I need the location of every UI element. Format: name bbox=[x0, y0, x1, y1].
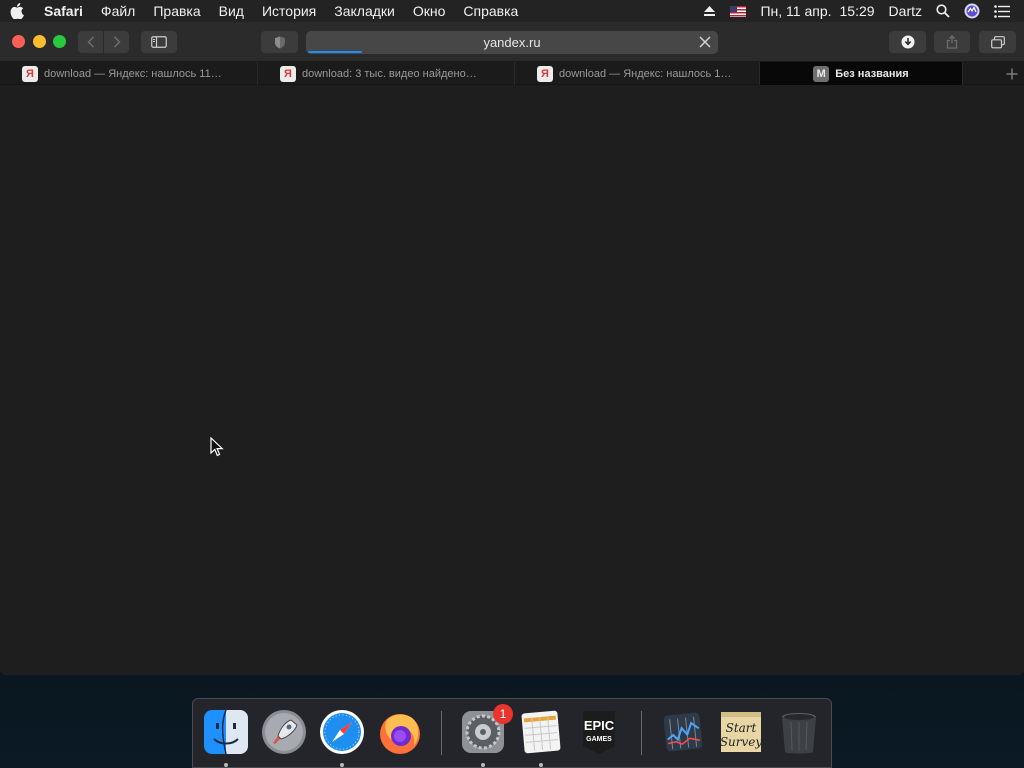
tab-title: download — Яндекс: нашлось 11… bbox=[44, 67, 222, 80]
numbers-running-indicator bbox=[539, 763, 543, 767]
tab-title: download — Яндекс: нашлось 1… bbox=[559, 67, 732, 80]
survey-label-start: Start bbox=[726, 721, 757, 735]
navigation-buttons bbox=[78, 31, 129, 53]
tab-overview-icon bbox=[990, 35, 1005, 48]
page-load-progress bbox=[308, 51, 362, 53]
dock-separator bbox=[641, 711, 642, 755]
tab-yandex-download-2[interactable]: Я download — Яндекс: нашлось 1… bbox=[515, 62, 760, 85]
tab-bar: Я download — Яндекс: нашлось 11… Я downl… bbox=[0, 62, 1024, 85]
new-tab-button[interactable] bbox=[999, 62, 1024, 85]
address-bar-url[interactable]: yandex.ru bbox=[483, 35, 540, 50]
sidebar-toggle-button[interactable] bbox=[141, 31, 177, 53]
menubar-user[interactable]: Dartz bbox=[889, 3, 922, 19]
survey-label-survey: Survey bbox=[720, 735, 763, 749]
menu-bar: Safari Файл Правка Вид История Закладки … bbox=[0, 0, 1024, 22]
notification-center-icon[interactable] bbox=[994, 4, 1010, 18]
finder-icon[interactable] bbox=[202, 708, 250, 756]
safari-running-indicator bbox=[340, 763, 344, 767]
system-preferences-running-indicator bbox=[481, 763, 485, 767]
menu-bookmarks[interactable]: Закладки bbox=[325, 0, 404, 22]
firefox-icon[interactable] bbox=[376, 708, 424, 756]
tab-title: Без названия bbox=[835, 67, 909, 80]
epic-games-icon[interactable]: EPIC GAMES bbox=[575, 708, 623, 756]
tab-title: download: 3 тыс. видео найдено… bbox=[302, 67, 477, 80]
forward-button[interactable] bbox=[104, 31, 129, 53]
yandex-favicon-icon: Я bbox=[22, 65, 38, 82]
finder-running-indicator bbox=[224, 763, 228, 767]
menubar-time[interactable]: 15:29 bbox=[840, 3, 875, 19]
back-button[interactable] bbox=[78, 31, 103, 53]
eject-icon[interactable] bbox=[703, 5, 716, 17]
plus-icon bbox=[1006, 68, 1017, 79]
tab-yandex-download-1[interactable]: Я download — Яндекс: нашлось 11… bbox=[0, 62, 258, 85]
safari-window: yandex.ru Я download — Яндекс: нашлось 1… bbox=[0, 22, 1024, 675]
system-preferences-badge: 1 bbox=[493, 704, 513, 724]
spotlight-search-icon[interactable] bbox=[936, 4, 950, 18]
tab-untitled-active[interactable]: M Без названия bbox=[760, 62, 963, 85]
close-window-button[interactable] bbox=[12, 35, 25, 48]
sidebar-icon bbox=[151, 36, 167, 48]
share-icon bbox=[946, 35, 958, 49]
menu-help[interactable]: Справка bbox=[454, 0, 527, 22]
page-content[interactable] bbox=[0, 85, 1024, 675]
download-icon bbox=[901, 35, 914, 49]
stocks-icon[interactable] bbox=[659, 708, 707, 756]
menu-app-name[interactable]: Safari bbox=[34, 0, 92, 22]
fullscreen-window-button[interactable] bbox=[53, 35, 66, 48]
numbers-icon[interactable] bbox=[517, 708, 565, 756]
tab-overview-button[interactable] bbox=[979, 31, 1016, 53]
safari-icon[interactable] bbox=[318, 708, 366, 756]
epic-label-top: EPIC bbox=[584, 718, 615, 733]
privacy-report-button[interactable] bbox=[261, 31, 298, 53]
siri-icon[interactable] bbox=[964, 3, 980, 19]
apple-menu-icon[interactable] bbox=[0, 0, 34, 22]
chevron-left-icon bbox=[86, 36, 94, 48]
menu-view[interactable]: Вид bbox=[210, 0, 253, 22]
dock: 1 EPIC GAMES Start Survey bbox=[192, 698, 832, 768]
address-bar[interactable]: yandex.ru bbox=[306, 31, 718, 54]
untitled-favicon-icon: M bbox=[813, 65, 830, 82]
minimize-window-button[interactable] bbox=[33, 35, 46, 48]
us-flag-icon[interactable] bbox=[730, 5, 747, 17]
trash-icon[interactable] bbox=[775, 708, 823, 756]
menu-edit[interactable]: Правка bbox=[144, 0, 209, 22]
shield-icon bbox=[274, 36, 285, 48]
launchpad-icon[interactable] bbox=[260, 708, 308, 756]
mouse-cursor-icon bbox=[210, 436, 224, 457]
browser-toolbar: yandex.ru bbox=[0, 22, 1024, 62]
stop-loading-icon[interactable] bbox=[698, 35, 712, 49]
yandex-favicon-icon: Я bbox=[537, 65, 553, 82]
menubar-date[interactable]: Пн, 11 апр. bbox=[760, 3, 831, 19]
chevron-right-icon bbox=[113, 36, 121, 48]
tab-yandex-download-video[interactable]: Я download: 3 тыс. видео найдено… bbox=[258, 62, 515, 85]
epic-label-bottom: GAMES bbox=[586, 736, 612, 743]
downloads-button[interactable] bbox=[889, 31, 926, 53]
share-button[interactable] bbox=[934, 31, 970, 53]
dock-separator bbox=[441, 711, 442, 755]
menu-file[interactable]: Файл bbox=[92, 0, 144, 22]
menu-history[interactable]: История bbox=[253, 0, 325, 22]
menu-window[interactable]: Окно bbox=[404, 0, 455, 22]
start-survey-icon[interactable]: Start Survey bbox=[717, 708, 765, 756]
yandex-favicon-icon: Я bbox=[280, 65, 296, 82]
system-preferences-icon[interactable]: 1 bbox=[459, 704, 513, 756]
